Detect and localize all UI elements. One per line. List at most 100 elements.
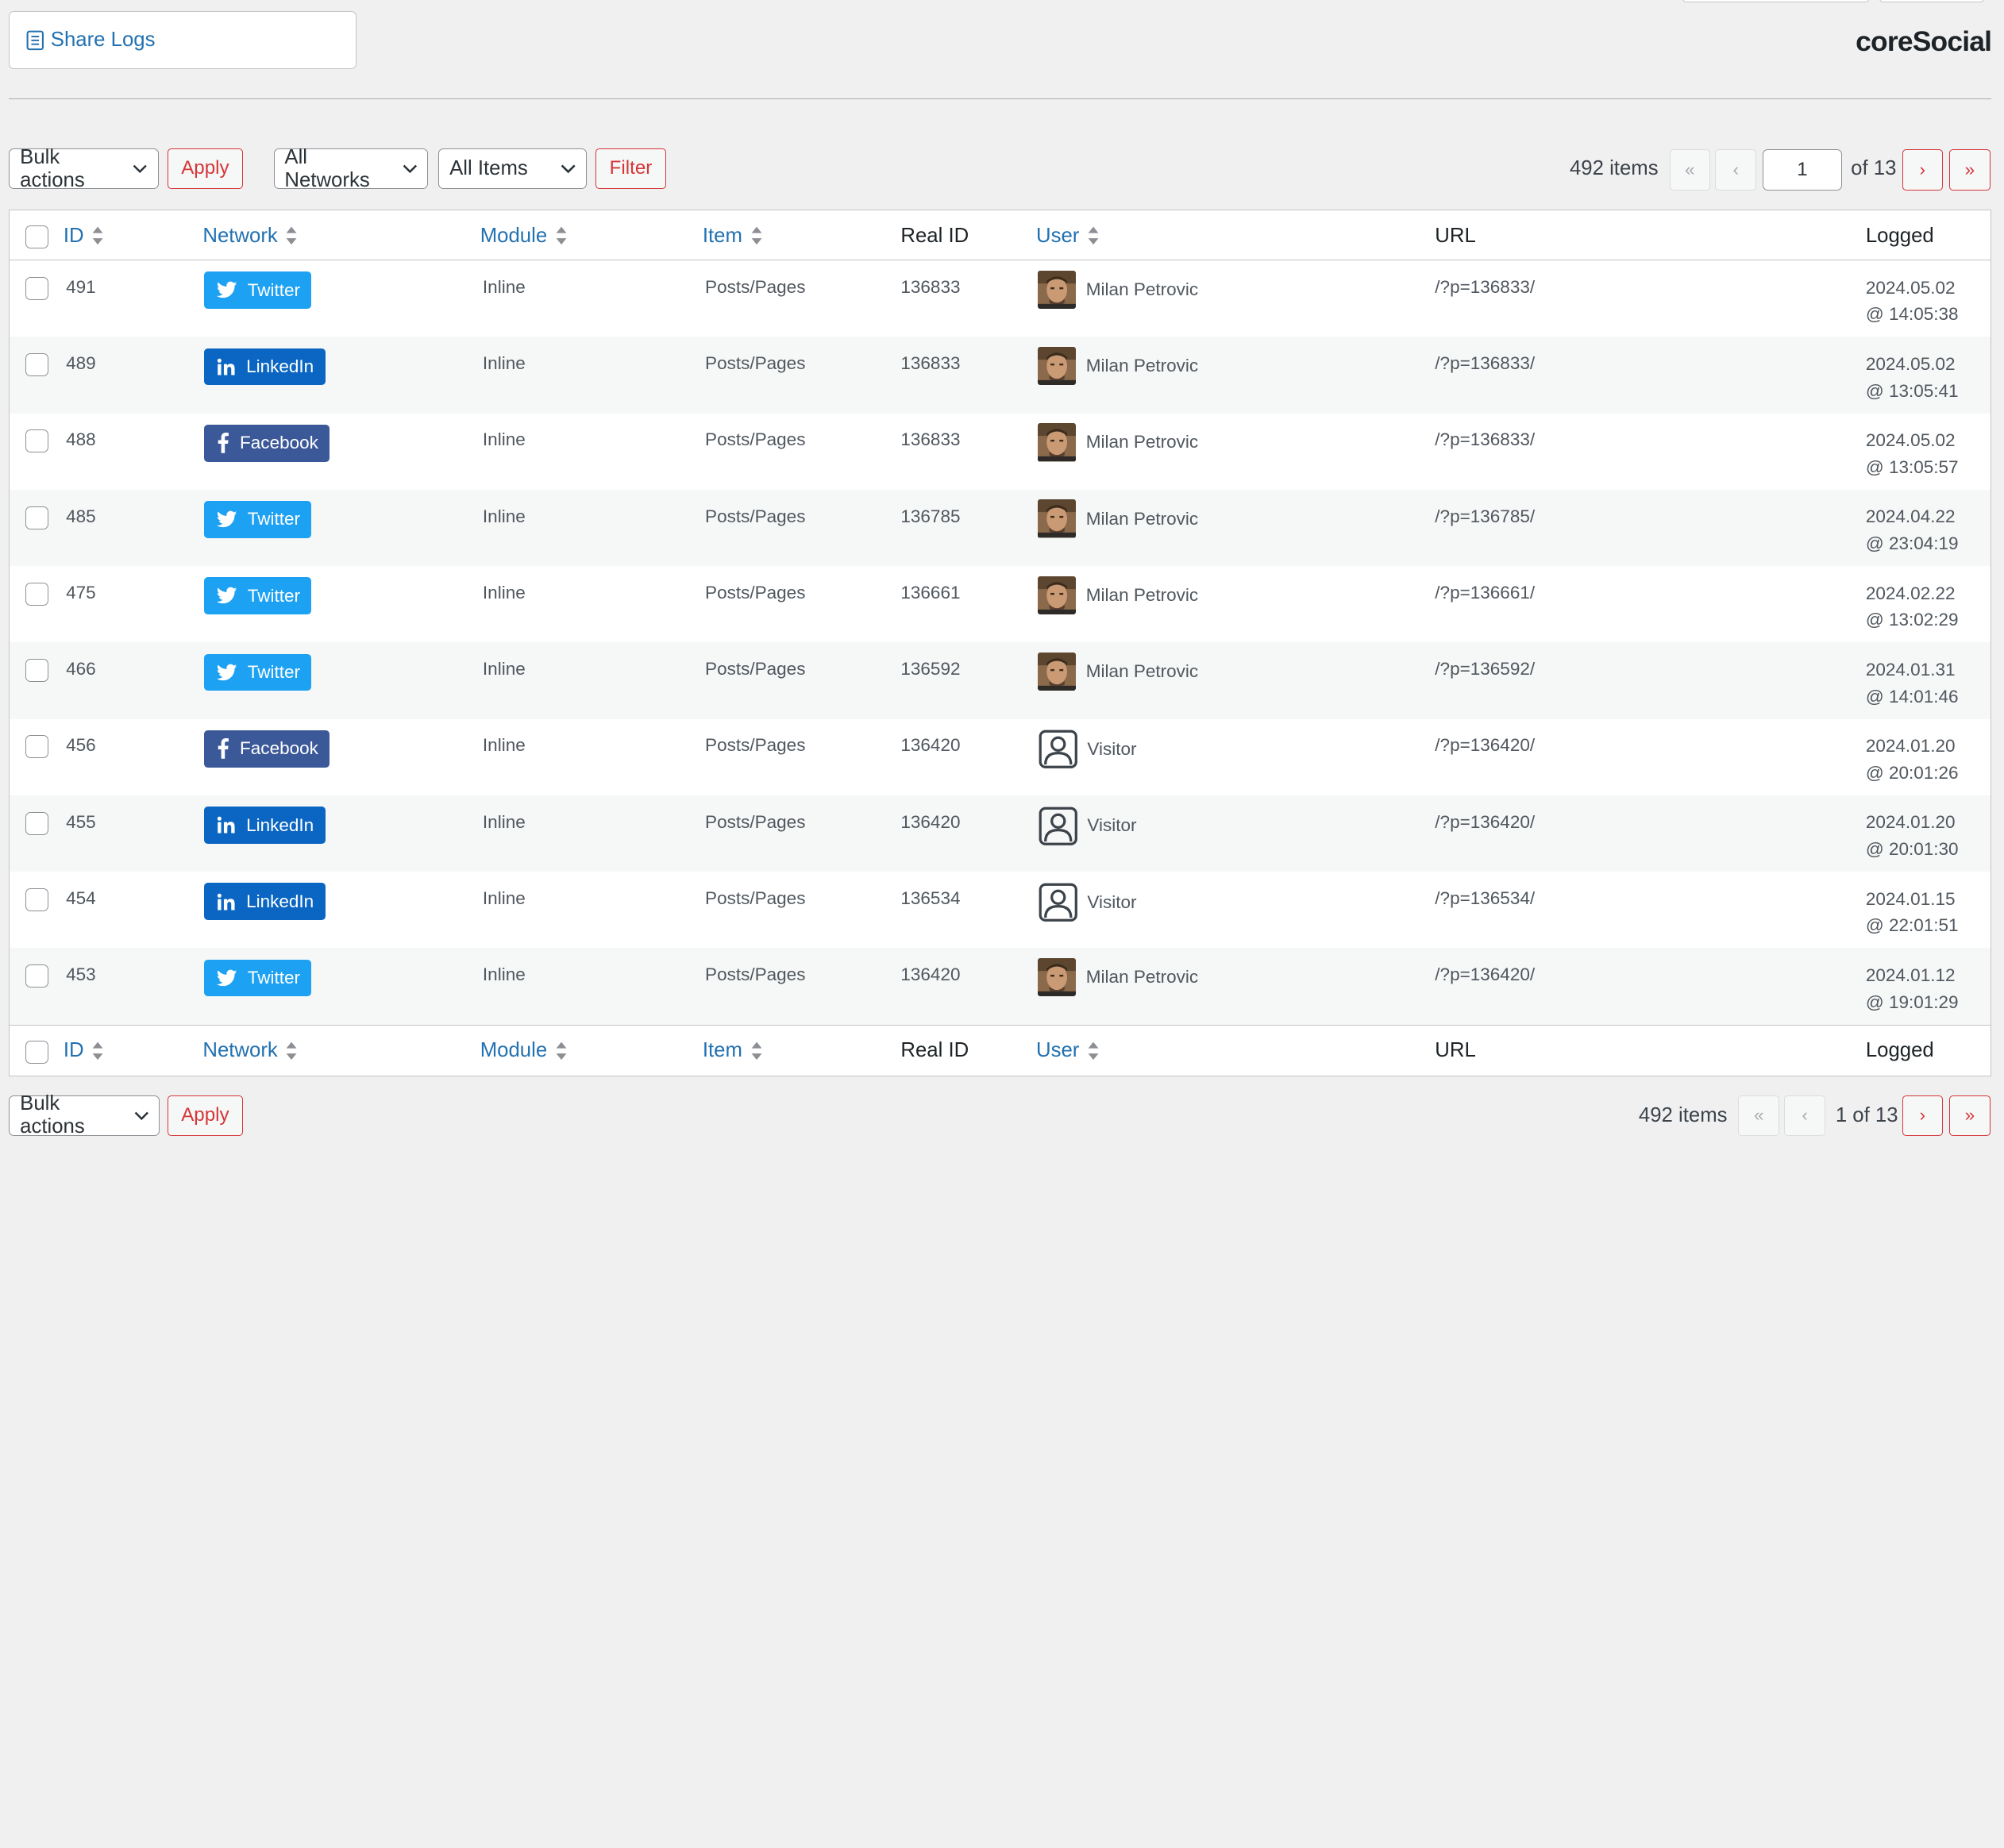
row-logged-time: @ 20:01:26 bbox=[1865, 762, 1959, 783]
table-row: 456 Facebook Inline Posts/Pages 136420 Visito… bbox=[10, 718, 1991, 795]
footer-column-network[interactable]: Network bbox=[202, 1039, 298, 1062]
user-avatar bbox=[1037, 499, 1076, 538]
filter-button[interactable]: Filter bbox=[595, 148, 666, 190]
network-badge: Twitter bbox=[203, 653, 312, 691]
top-action-button-secondary[interactable] bbox=[1879, 0, 1984, 3]
networks-select[interactable]: All Networks bbox=[273, 145, 429, 191]
row-checkbox[interactable] bbox=[25, 429, 48, 453]
row-id: 455 bbox=[66, 811, 96, 832]
row-url: /?p=136420/ bbox=[1435, 811, 1536, 832]
row-logged: 2024.05.02 @ 14:05:38 bbox=[1866, 275, 1959, 329]
row-logged: 2024.01.31 @ 14:01:46 bbox=[1866, 656, 1959, 710]
apply-button[interactable]: Apply bbox=[167, 148, 243, 190]
column-item-header[interactable]: Item bbox=[703, 225, 763, 248]
column-id-label: ID bbox=[63, 224, 84, 247]
row-user: Milan Petrovic bbox=[1037, 653, 1198, 691]
footer-column-id-label: ID bbox=[63, 1039, 84, 1062]
column-url-header: URL bbox=[1435, 224, 1476, 247]
row-id: 488 bbox=[66, 429, 96, 450]
user-avatar bbox=[1037, 270, 1076, 309]
row-checkbox[interactable] bbox=[25, 811, 48, 835]
table-row: 475 Twitter Inline Posts/Pages 136661 Milan P… bbox=[10, 566, 1991, 643]
footer-column-item[interactable]: Item bbox=[703, 1039, 763, 1062]
row-user-name: Visitor bbox=[1087, 815, 1137, 836]
column-logged-header: Logged bbox=[1865, 224, 1934, 247]
row-user-name: Milan Petrovic bbox=[1085, 508, 1199, 529]
column-module-header[interactable]: Module bbox=[480, 225, 568, 248]
first-page-button[interactable]: « bbox=[1669, 149, 1711, 191]
network-badge-label: LinkedIn bbox=[246, 814, 314, 835]
row-user: Visitor bbox=[1038, 729, 1137, 770]
row-checkbox[interactable] bbox=[25, 582, 48, 606]
bulk-actions-select-bottom[interactable]: Bulk actions bbox=[9, 1092, 160, 1138]
row-checkbox[interactable] bbox=[25, 887, 48, 911]
current-page-input[interactable] bbox=[1763, 149, 1842, 191]
row-checkbox[interactable] bbox=[25, 659, 48, 683]
footer-column-id[interactable]: ID bbox=[64, 1039, 105, 1062]
items-count: 492 items bbox=[1569, 157, 1659, 180]
row-checkbox[interactable] bbox=[25, 735, 48, 759]
share-logs-page: Share Logs coreSocial Bulk actions Apply… bbox=[0, 0, 2004, 1148]
select-all-checkbox-footer[interactable] bbox=[25, 1040, 48, 1064]
sort-icon bbox=[751, 226, 762, 245]
network-badge-label: Facebook bbox=[240, 433, 318, 453]
last-page-button[interactable]: » bbox=[1949, 149, 1991, 191]
row-logged-time: @ 14:01:46 bbox=[1865, 686, 1959, 706]
row-checkbox[interactable] bbox=[25, 276, 48, 300]
footer-column-user[interactable]: User bbox=[1036, 1039, 1100, 1062]
network-badge-label: Twitter bbox=[247, 661, 300, 682]
footer-column-module[interactable]: Module bbox=[480, 1039, 568, 1062]
row-user: Milan Petrovic bbox=[1037, 958, 1198, 997]
row-item: Posts/Pages bbox=[705, 352, 806, 373]
row-user-name: Milan Petrovic bbox=[1085, 356, 1199, 376]
column-user-header[interactable]: User bbox=[1036, 225, 1100, 248]
user-avatar bbox=[1037, 958, 1076, 997]
user-avatar bbox=[1037, 576, 1076, 615]
row-logged: 2024.04.22 @ 23:04:19 bbox=[1866, 503, 1959, 557]
network-badge: Facebook bbox=[203, 730, 330, 768]
footer-column-module-label: Module bbox=[480, 1039, 548, 1062]
network-badge: LinkedIn bbox=[203, 348, 326, 386]
column-network-header[interactable]: Network bbox=[202, 225, 298, 248]
prev-page-button[interactable]: ‹ bbox=[1715, 149, 1756, 191]
bulk-actions-select[interactable]: Bulk actions bbox=[9, 146, 159, 191]
footer-column-item-label: Item bbox=[702, 1039, 742, 1062]
row-logged-date: 2024.01.15 bbox=[1865, 888, 1956, 909]
row-item: Posts/Pages bbox=[705, 429, 806, 450]
select-all-checkbox[interactable] bbox=[25, 225, 48, 249]
table-row: 489 LinkedIn Inline Posts/Pages 136833 Milan … bbox=[10, 337, 1991, 414]
tab-label: Share Logs bbox=[50, 29, 156, 52]
total-pages-label: of 13 bbox=[1851, 157, 1897, 180]
column-id-header[interactable]: ID bbox=[64, 225, 105, 248]
footer-column-network-label: Network bbox=[202, 1039, 278, 1062]
network-badge-label: Twitter bbox=[247, 585, 300, 606]
row-checkbox[interactable] bbox=[25, 964, 48, 988]
next-page-button-bottom[interactable]: › bbox=[1902, 1095, 1944, 1137]
row-real-id: 136534 bbox=[900, 887, 961, 908]
row-logged-time: @ 13:05:57 bbox=[1865, 456, 1959, 477]
apply-button-bottom[interactable]: Apply bbox=[167, 1095, 243, 1137]
prev-page-button-bottom[interactable]: ‹ bbox=[1784, 1095, 1825, 1137]
items-select[interactable]: All Items bbox=[438, 148, 587, 190]
row-logged-time: @ 14:05:38 bbox=[1865, 304, 1959, 325]
sort-icon bbox=[1088, 1041, 1099, 1060]
row-checkbox[interactable] bbox=[25, 506, 48, 529]
top-action-button[interactable] bbox=[1682, 0, 1869, 3]
column-network-label: Network bbox=[202, 224, 278, 247]
table-row: 485 Twitter Inline Posts/Pages 136785 Milan P… bbox=[10, 489, 1991, 567]
last-page-button-bottom[interactable]: » bbox=[1949, 1095, 1991, 1137]
row-item: Posts/Pages bbox=[705, 276, 806, 297]
networks-select-label: All Networks bbox=[284, 145, 370, 191]
visitor-icon bbox=[1039, 883, 1077, 922]
row-module: Inline bbox=[482, 429, 526, 450]
share-logs-tab[interactable]: Share Logs bbox=[9, 11, 357, 69]
row-user: Visitor bbox=[1038, 806, 1137, 847]
row-logged-date: 2024.01.12 bbox=[1865, 964, 1956, 985]
row-item: Posts/Pages bbox=[705, 582, 806, 603]
first-page-button-bottom[interactable]: « bbox=[1738, 1095, 1779, 1137]
next-page-button[interactable]: › bbox=[1902, 149, 1944, 191]
network-badge: Facebook bbox=[203, 424, 330, 462]
footer-column-real-id: Real ID bbox=[900, 1039, 969, 1062]
row-checkbox[interactable] bbox=[25, 352, 48, 376]
twitter-icon bbox=[217, 281, 237, 298]
